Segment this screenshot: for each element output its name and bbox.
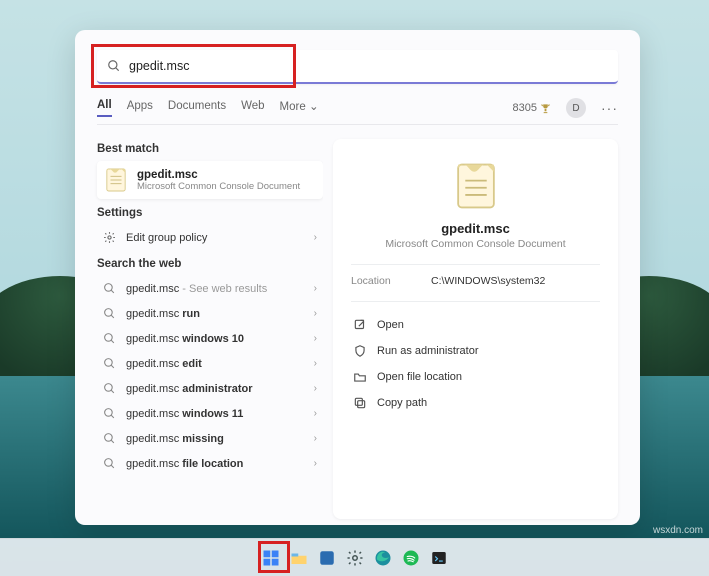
file-explorer-icon[interactable] [288, 547, 310, 569]
list-item-label: gpedit.msc file location [126, 458, 304, 470]
rewards-points[interactable]: 8305 [513, 102, 551, 114]
tab-documents[interactable]: Documents [168, 100, 226, 116]
more-options-icon[interactable]: ··· [601, 100, 618, 116]
browser-icon [374, 549, 392, 567]
chevron-right-icon: › [314, 458, 317, 469]
list-item-label: gpedit.msc edit [126, 358, 304, 370]
windows-icon [262, 549, 280, 567]
tab-all[interactable]: All [97, 99, 112, 117]
gear-icon [103, 231, 116, 244]
web-suggestion[interactable]: gpedit.msc windows 10 › [97, 326, 323, 351]
chevron-right-icon: › [314, 333, 317, 344]
chevron-right-icon: › [314, 283, 317, 294]
avatar[interactable]: D [566, 98, 586, 118]
chevron-right-icon: › [314, 383, 317, 394]
search-icon [103, 307, 116, 320]
tab-more[interactable]: More ⌄ [280, 99, 319, 117]
watermark: wsxdn.com [653, 525, 703, 536]
start-button[interactable] [260, 547, 282, 569]
taskbar-app-1[interactable] [316, 547, 338, 569]
web-suggestion[interactable]: gpedit.msc administrator › [97, 376, 323, 401]
trophy-icon [540, 103, 551, 114]
settings-item-edit-group-policy[interactable]: Edit group policy › [97, 225, 323, 250]
document-icon [454, 161, 498, 211]
spotify-icon[interactable] [400, 547, 422, 569]
search-icon [103, 457, 116, 470]
settings-icon[interactable] [344, 547, 366, 569]
search-icon [103, 357, 116, 370]
list-item-label: gpedit.msc windows 11 [126, 408, 304, 420]
music-icon [402, 549, 420, 567]
terminal-icon[interactable] [428, 547, 450, 569]
taskbar [0, 538, 709, 576]
tab-web[interactable]: Web [241, 100, 264, 116]
list-item-label: Edit group policy [126, 232, 304, 244]
search-web-header: Search the web [97, 258, 323, 270]
search-input[interactable] [129, 50, 618, 82]
search-icon [103, 407, 116, 420]
web-suggestion[interactable]: gpedit.msc file location › [97, 451, 323, 476]
edge-icon[interactable] [372, 547, 394, 569]
search-panel: All Apps Documents Web More ⌄ 8305 D ···… [75, 30, 640, 525]
preview-pane: gpedit.msc Microsoft Common Console Docu… [333, 139, 618, 519]
search-icon [107, 59, 121, 73]
search-icon [103, 282, 116, 295]
open-icon [353, 318, 367, 332]
tabs-row: All Apps Documents Web More ⌄ 8305 D ··· [97, 98, 618, 125]
action-open[interactable]: Open [351, 312, 600, 338]
list-item-label: gpedit.msc - See web results [126, 283, 304, 295]
web-suggestion[interactable]: gpedit.msc run › [97, 301, 323, 326]
list-item-label: gpedit.msc missing [126, 433, 304, 445]
web-suggestion[interactable]: gpedit.msc - See web results › [97, 276, 323, 301]
preview-subtitle: Microsoft Common Console Document [351, 238, 600, 250]
folder-icon [353, 370, 367, 384]
search-box[interactable] [97, 50, 618, 84]
best-match-title: gpedit.msc [137, 169, 300, 181]
best-match-subtitle: Microsoft Common Console Document [137, 181, 300, 192]
search-icon [103, 432, 116, 445]
preview-location-value: C:\WINDOWS\system32 [431, 275, 545, 287]
list-item-label: gpedit.msc windows 10 [126, 333, 304, 345]
search-icon [103, 332, 116, 345]
list-item-label: gpedit.msc run [126, 308, 304, 320]
search-icon [103, 382, 116, 395]
chevron-right-icon: › [314, 433, 317, 444]
terminal-icon [430, 549, 448, 567]
web-suggestion[interactable]: gpedit.msc edit › [97, 351, 323, 376]
preview-title: gpedit.msc [351, 221, 600, 236]
action-open-location[interactable]: Open file location [351, 364, 600, 390]
chevron-right-icon: › [314, 358, 317, 369]
settings-header: Settings [97, 207, 323, 219]
action-run-admin[interactable]: Run as administrator [351, 338, 600, 364]
results-list: Best match gpedit.msc Microsoft Common C… [75, 125, 323, 520]
best-match-header: Best match [97, 143, 323, 155]
preview-location-label: Location [351, 275, 431, 287]
app-icon [318, 549, 336, 567]
list-item-label: gpedit.msc administrator [126, 383, 304, 395]
document-icon [105, 167, 127, 193]
copy-icon [353, 396, 367, 410]
tab-apps[interactable]: Apps [127, 100, 153, 116]
chevron-right-icon: › [314, 308, 317, 319]
web-suggestion[interactable]: gpedit.msc windows 11 › [97, 401, 323, 426]
gear-icon [346, 549, 364, 567]
chevron-right-icon: › [314, 232, 317, 243]
best-match-item[interactable]: gpedit.msc Microsoft Common Console Docu… [97, 161, 323, 199]
shield-icon [353, 344, 367, 358]
web-suggestion[interactable]: gpedit.msc missing › [97, 426, 323, 451]
action-copy-path[interactable]: Copy path [351, 390, 600, 416]
folder-icon [290, 549, 308, 567]
chevron-right-icon: › [314, 408, 317, 419]
